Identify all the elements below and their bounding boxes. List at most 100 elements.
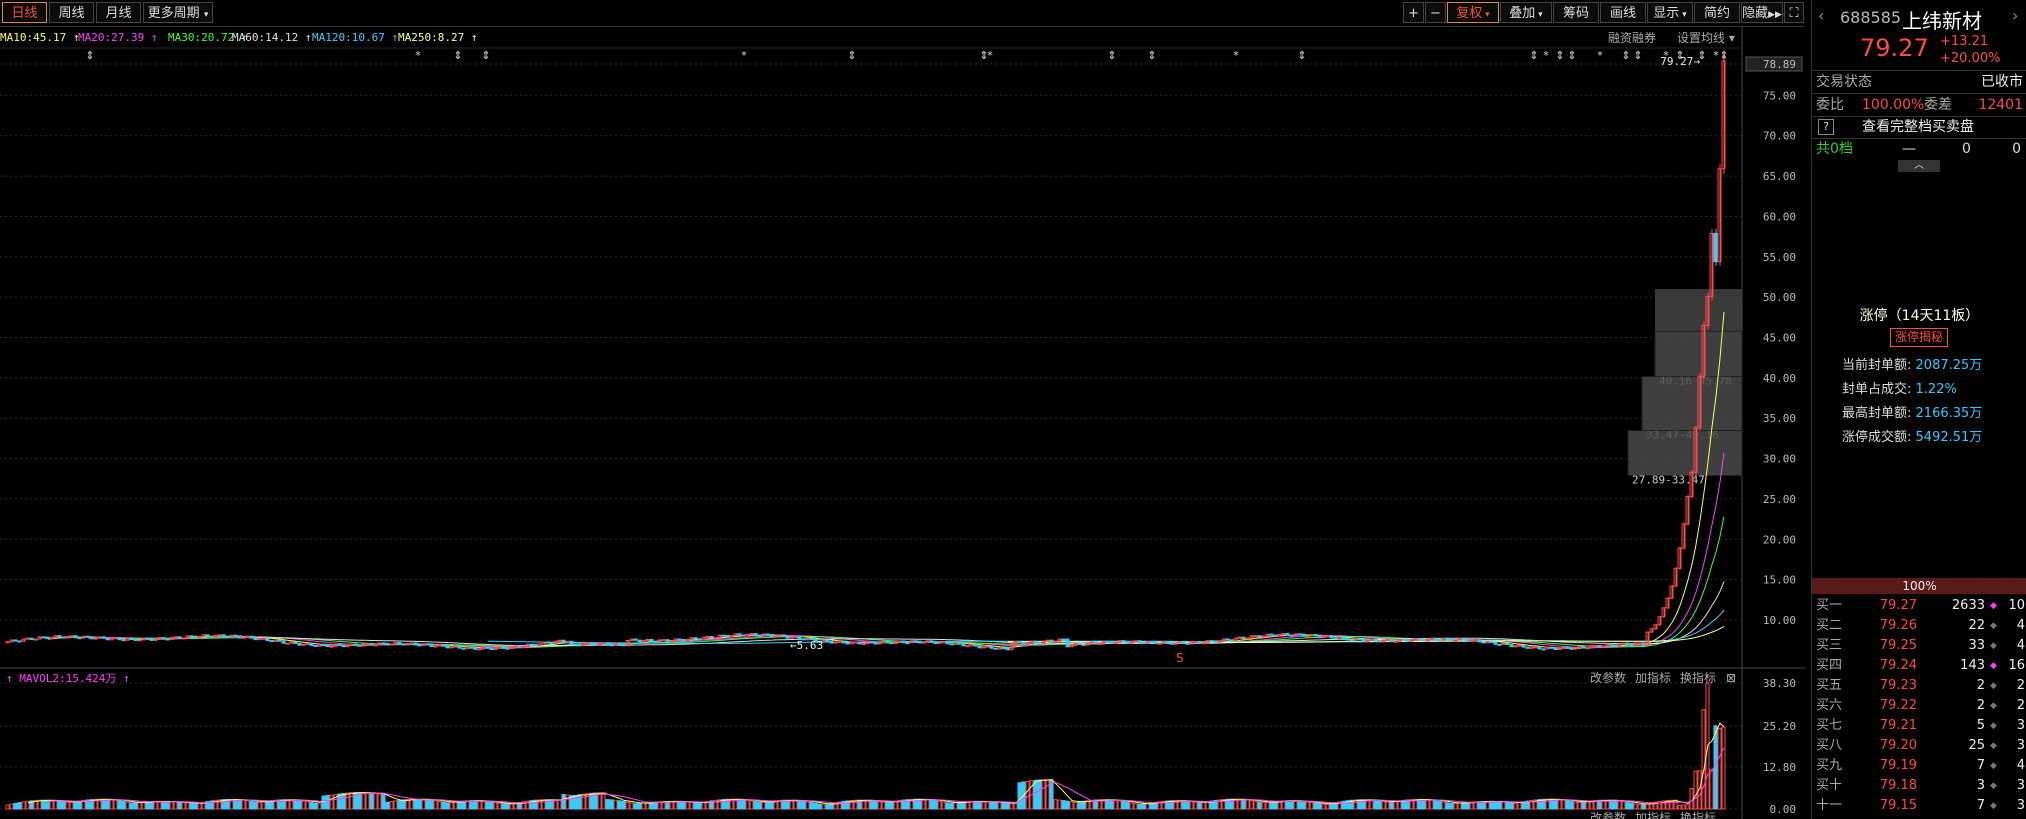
volume-bar [1677,805,1682,810]
bid-level-orders: 4 [2016,638,2025,653]
candle-body [789,636,794,639]
draw-line-button[interactable]: 画线 [1600,2,1646,23]
volume-bar [169,801,174,810]
chevron-down-icon: ▾ [1482,10,1490,20]
bid-level-row[interactable]: 买三 79.25 33 4 ◆ [1812,636,2026,656]
volume-bar [125,801,130,810]
candle-body [1421,639,1426,642]
price-tick-label: 45.00 [1763,332,1796,345]
candle-body [1445,637,1450,640]
volume-bar [1645,803,1650,810]
volume-bar [1445,802,1450,810]
candle-body [1225,638,1230,641]
zoom-in-button[interactable]: + [1403,2,1424,23]
candle-body [1357,638,1362,641]
bid-level-row[interactable]: 买九 79.19 7 4 ◆ [1812,756,2026,776]
chip-zone [1655,289,1742,332]
display-dropdown[interactable]: 显示 ▾ [1647,2,1693,23]
candle-body [1541,648,1546,651]
volume-bar [1717,727,1722,810]
bid-dot-icon: ◆ [1990,761,1997,771]
tab-monthly[interactable]: 月线 [96,2,141,23]
volume-bar [237,799,242,810]
volume-bar [1721,726,1726,810]
bid-level-row[interactable]: 买五 79.23 2 2 ◆ [1812,676,2026,696]
bid-level-row[interactable]: 买八 79.20 25 3 ◆ [1812,736,2026,756]
candle-body [833,641,838,644]
candle-body [853,641,858,644]
tab-weekly[interactable]: 周线 [49,2,94,23]
collapse-up-icon[interactable]: ︿ [1898,160,1940,172]
volume-bar [1189,801,1194,810]
volume-bar [701,801,706,810]
volume-bar [1381,800,1386,810]
bid-level-price: 79.20 [1879,738,1917,753]
next-arrow-icon[interactable]: › [2012,6,2018,25]
volume-bar [105,798,110,810]
help-icon[interactable]: ? [1818,119,1834,135]
candle-body [857,641,862,645]
kline-chart[interactable]: MA10:45.17 ↑MA20:27.39 ↑ MA30:20.72 ↑MA60… [0,26,1805,819]
candle-body [1465,639,1470,642]
limit-up-secret-button[interactable]: 涨停揭秘 [1890,328,1948,347]
chips-button[interactable]: 筹码 [1553,2,1599,23]
volume-bar [305,801,310,810]
volume-bar [129,802,134,810]
volume-bar [357,791,362,810]
total-levels-row: 共0档 — 0 0 [1812,139,2026,159]
bid-level-row[interactable]: 买六 79.22 2 2 ◆ [1812,696,2026,716]
candle-body [1181,641,1186,644]
price-tick-label: 60.00 [1763,210,1796,223]
candle-body [1637,642,1642,645]
fullscreen-icon[interactable]: ⛶ [1784,2,1804,23]
full-book-link[interactable]: 查看完整档买卖盘 [1862,117,1974,137]
hide-button[interactable]: 隐藏▶▶ [1741,2,1783,23]
zoom-out-button[interactable]: − [1425,2,1446,23]
candle-body [1049,639,1054,643]
total-levels-v1: 0 [1962,141,1971,157]
candle-body [785,635,790,639]
candle-body [561,639,566,643]
bid-level-row[interactable]: 买七 79.21 5 3 ◆ [1812,716,2026,736]
bid-dot-icon: ◆ [1990,661,1997,671]
candle-body [1133,640,1138,643]
stock-name: 上纬新材 [1902,9,1982,33]
volume-bar [977,800,982,810]
candle-body [133,638,138,641]
volume-bar [373,793,378,810]
close-icon: ⊠ [1726,671,1736,685]
volume-pane-link: 换指标 [1680,670,1716,685]
volume-bar [621,800,626,810]
volume-bar [477,800,482,810]
tab-daily[interactable]: 日线 [2,2,47,23]
bid-level-row[interactable]: 买一 79.27 2633 10 ◆ [1812,596,2026,616]
candle-body [1033,640,1038,643]
simple-button[interactable]: 简约 [1694,2,1740,23]
full-book-row[interactable]: ? 查看完整档买卖盘 [1812,117,2026,137]
bid-level-row[interactable]: 买十 79.18 3 3 ◆ [1812,776,2026,796]
candle-body [697,638,702,641]
adjust-dropdown[interactable]: 复权 ▾ [1447,2,1499,23]
volume-bar [1565,800,1570,810]
overlay-dropdown[interactable]: 叠加 ▾ [1500,2,1552,23]
event-marker-icon: ⇕ [453,49,462,62]
bid-level-row[interactable]: 买二 79.26 22 4 ◆ [1812,616,2026,636]
candle-body [373,644,378,647]
limit-up-stat-label: 最高封单额: [1842,406,1912,421]
bid-level-row[interactable]: 十一 79.15 7 3 ◆ [1812,796,2026,816]
candle-body [725,634,730,638]
candle-body [1365,639,1370,642]
volume-bar [797,800,802,810]
candle-body [489,647,494,651]
back-arrow-icon[interactable]: ‹ [1818,6,1824,25]
candle-body [485,646,490,649]
candle-body [653,640,658,643]
volume-bar [481,800,486,810]
volume-bar [737,798,742,810]
more-periods-dropdown[interactable]: 更多周期 ▾ [143,2,213,23]
order-ratio-label: 委比 [1816,97,1844,113]
volume-bar [1517,802,1522,810]
volume-bar [425,799,430,810]
bid-level-row[interactable]: 买四 79.24 143 16 ◆ [1812,656,2026,676]
bid-level-price: 79.19 [1879,758,1917,773]
